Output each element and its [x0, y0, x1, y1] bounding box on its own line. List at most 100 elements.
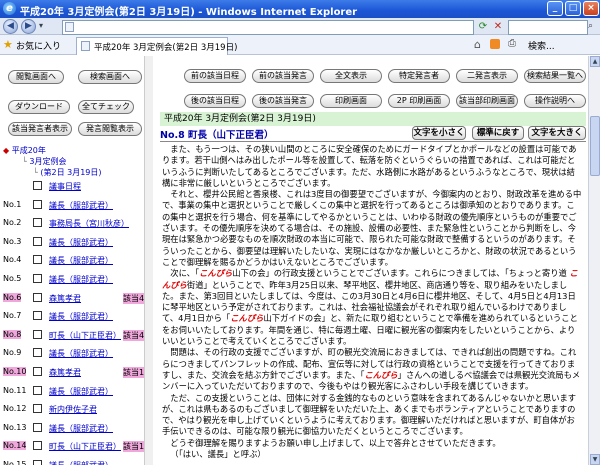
scroll-down-icon[interactable]: ▼ — [590, 454, 600, 465]
speaker-link[interactable]: 議長（服部武君） — [49, 237, 113, 248]
text-smaller-button[interactable]: 文字を小さく — [412, 126, 466, 140]
speaker-checkbox[interactable] — [33, 274, 42, 283]
speaker-checkbox[interactable] — [33, 348, 42, 358]
speaker-checkbox[interactable] — [33, 422, 42, 432]
hit-count-badge: 該当4 — [123, 329, 145, 341]
specific-speaker-button[interactable]: 特定発言者 — [388, 69, 450, 83]
speaker-row: No.1 議長（服部武君） — [0, 197, 150, 213]
minimize-button[interactable]: _ — [547, 1, 563, 16]
print-button[interactable]: 印刷画面 — [320, 94, 382, 108]
speaker-link[interactable]: 森篤孝君 — [49, 367, 81, 378]
favorites-star-icon[interactable]: ★ — [3, 38, 13, 51]
forward-icon[interactable]: ▶ — [21, 19, 36, 34]
speaker-row: No.9 議長（服部武君） — [0, 345, 150, 361]
speaker-number: No.13 — [3, 422, 27, 432]
speaker-checkbox[interactable] — [33, 460, 42, 465]
hide-speakers-button[interactable]: 発言閲覧表示 — [78, 122, 142, 136]
speaker-checkbox[interactable] — [33, 292, 42, 302]
meeting-date-bar: 平成20年 3月定例会(第2日 3月19日) — [160, 112, 586, 126]
search-icon[interactable]: ⌕ — [588, 21, 593, 31]
speaker-row: No.10 森篤孝君 該当1 — [0, 364, 150, 380]
check-all-button[interactable]: 全てチェック — [78, 100, 134, 114]
help-button[interactable]: 操作説明へ — [524, 94, 586, 108]
speaker-link[interactable]: 新内伊佐子君 — [49, 404, 97, 415]
stop-icon[interactable]: ✕ — [491, 20, 505, 33]
print-icon[interactable]: ⎙ — [508, 38, 516, 49]
search-keyword-highlight: こんぴら — [364, 369, 398, 380]
search-input[interactable] — [508, 20, 588, 35]
text-reset-button[interactable]: 標準に戻す — [472, 126, 524, 140]
toc-button[interactable]: 閲覧画面へ — [8, 70, 64, 84]
prev-speech-button[interactable]: 前の該当発言 — [252, 69, 314, 83]
back-icon[interactable]: ◀ — [3, 19, 18, 34]
url-input[interactable] — [62, 20, 474, 35]
close-button[interactable]: × — [583, 1, 599, 16]
results-list-button[interactable]: 検索結果一覧へ — [524, 69, 586, 83]
show-speakers-button[interactable]: 該当発言者表示 — [8, 122, 72, 136]
speaker-checkbox[interactable] — [33, 404, 42, 414]
next-schedule-button[interactable]: 後の該当日程 — [184, 94, 246, 108]
speaker-link[interactable]: 議長（服部武君） — [49, 348, 113, 359]
speech-paragraph: また、もう一つは、その狭い山間のところに安全確保のためにガードタイプとかポールな… — [162, 144, 577, 188]
speaker-number: No.7 — [3, 311, 22, 321]
speaker-checkbox[interactable] — [33, 367, 42, 376]
speaker-row: No.2 事務局長（宮川秋彦） — [0, 215, 150, 231]
speaker-checkbox[interactable] — [33, 311, 42, 321]
tree-session[interactable]: └ 3月定例会 — [22, 156, 66, 167]
two-speech-button[interactable]: 二発言表示 — [456, 69, 518, 83]
window-title: 平成20年 3月定例会(第2日 3月19日) - Windows Interne… — [20, 7, 358, 18]
speaker-row: No.8 町長（山下正臣君） 該当4 — [0, 327, 150, 343]
speaker-checkbox[interactable] — [33, 181, 42, 190]
speaker-checkbox[interactable] — [33, 441, 42, 451]
rss-feed-icon[interactable] — [490, 39, 500, 49]
speaker-link[interactable]: 議長（服部武君） — [49, 311, 113, 322]
speaker-link[interactable]: 町長（山下正臣君） — [49, 330, 121, 341]
speaker-link[interactable]: 議長（服部武君） — [49, 423, 113, 434]
speaker-link[interactable]: 議長（服部武君） — [49, 255, 113, 266]
next-speech-button[interactable]: 後の該当発言 — [252, 94, 314, 108]
speaker-number: No.9 — [3, 348, 22, 358]
speaker-link[interactable]: 事務局長（宮川秋彦） — [49, 218, 129, 229]
speaker-checkbox[interactable] — [33, 218, 42, 228]
prev-schedule-button[interactable]: 前の該当日程 — [184, 69, 246, 83]
tab-page-icon — [81, 41, 90, 51]
speaker-link[interactable]: 議事日程 — [49, 181, 81, 192]
left-scrollbar[interactable] — [144, 56, 153, 465]
scroll-thumb[interactable] — [590, 116, 600, 176]
home-icon[interactable]: ⌂ — [474, 38, 481, 51]
speaker-link[interactable]: 町長（山下正臣君） — [49, 441, 121, 452]
tree-day[interactable]: └ (第2日 3月19日) — [33, 167, 102, 178]
page-menu[interactable]: 検索... — [528, 39, 555, 52]
search-screen-button[interactable]: 検索画面へ — [78, 70, 142, 84]
right-scrollbar[interactable]: ▲ ▼ — [588, 56, 600, 465]
divider — [160, 141, 586, 142]
text-larger-button[interactable]: 文字を大きく — [528, 126, 586, 140]
favorites-label[interactable]: お気に入り — [16, 39, 61, 52]
speaker-link[interactable]: 議長（服部武君） — [49, 460, 113, 465]
maximize-button[interactable]: □ — [565, 1, 581, 16]
full-text-button[interactable]: 全文表示 — [320, 69, 382, 83]
speaker-link[interactable]: 議長（服部武君） — [49, 274, 113, 285]
speaker-link[interactable]: 森篤孝君 — [49, 293, 81, 304]
print-selection-button[interactable]: 該当部印刷画面 — [456, 94, 518, 108]
download-button[interactable]: ダウンロード — [8, 100, 70, 114]
search-keyword-highlight: こんぴら — [199, 268, 233, 279]
speaker-checkbox[interactable] — [33, 236, 42, 246]
speaker-checkbox[interactable] — [33, 385, 42, 395]
speaker-link[interactable]: 議長（服部武君） — [49, 200, 113, 211]
speaker-checkbox[interactable] — [33, 329, 42, 339]
speaker-number: No.11 — [3, 385, 27, 395]
speaker-checkbox[interactable] — [33, 199, 42, 209]
browser-tab[interactable]: 平成20年 3月定例会(第2日 3月19日) — [76, 37, 237, 55]
speech-body: また、もう一つは、その狭い山間のところに安全確保のためにガードタイプとかポールな… — [162, 144, 582, 460]
scroll-up-icon[interactable]: ▲ — [590, 56, 600, 67]
recent-pages-dropdown-icon[interactable]: ▾ — [39, 21, 43, 30]
speaker-checkbox[interactable] — [33, 255, 42, 265]
tree-year[interactable]: ◆ 平成20年 — [3, 145, 46, 156]
refresh-icon[interactable]: ⟳ — [476, 20, 490, 33]
print-2p-button[interactable]: 2P 印刷画面 — [388, 94, 450, 108]
page-icon — [65, 22, 74, 32]
speaker-number: No.15 — [3, 460, 27, 465]
hit-count-badge: 該当1 — [123, 367, 145, 378]
speaker-link[interactable]: 議長（服部武君） — [49, 386, 113, 397]
